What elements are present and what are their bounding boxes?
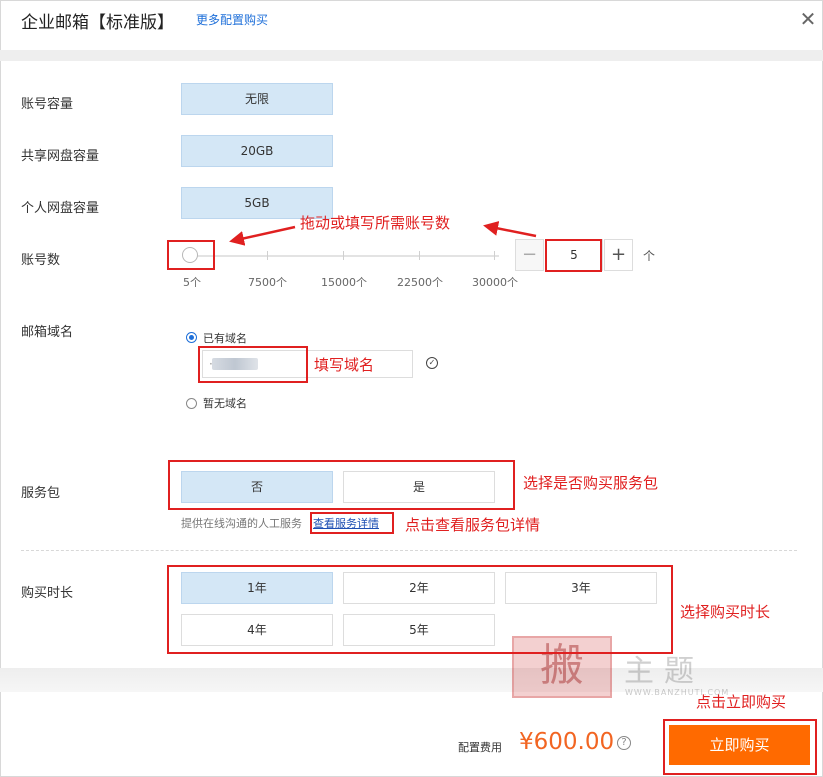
section-divider xyxy=(21,550,797,551)
radio-have-domain[interactable] xyxy=(186,332,197,343)
no-domain-label[interactable]: 暂无域名 xyxy=(203,395,247,411)
annotation-box-detail xyxy=(310,512,394,534)
account-capacity-value: 无限 xyxy=(181,83,333,115)
annotation-drag-text: 拖动或填写所需账号数 xyxy=(300,214,451,232)
annotation-service-text: 选择是否购买服务包 xyxy=(523,474,659,492)
service-pack-label: 服务包 xyxy=(21,486,61,501)
help-icon[interactable]: ? xyxy=(617,736,631,750)
slider-tick-label: 7500个 xyxy=(248,276,287,289)
shared-disk-label: 共享网盘容量 xyxy=(21,149,100,164)
more-config-link[interactable]: 更多配置购买 xyxy=(196,11,268,28)
account-count-label: 账号数 xyxy=(21,253,61,268)
close-icon[interactable]: ✕ xyxy=(797,8,819,30)
annotation-detail-text: 点击查看服务包详情 xyxy=(405,516,541,534)
account-count-unit: 个 xyxy=(643,249,656,263)
dialog-title: 企业邮箱【标准版】 xyxy=(21,13,174,33)
slider-tick xyxy=(267,251,268,260)
slider-tick-label: 22500个 xyxy=(397,276,443,289)
personal-disk-label: 个人网盘容量 xyxy=(21,201,100,216)
slider-tick xyxy=(494,251,495,260)
have-domain-label[interactable]: 已有域名 xyxy=(203,330,247,346)
annotation-box-buy xyxy=(663,719,817,775)
annotation-box-service xyxy=(168,460,515,510)
annotation-box-domain xyxy=(198,346,308,383)
slider-tick xyxy=(419,251,420,260)
decrement-button[interactable]: − xyxy=(515,239,544,271)
slider-tick-label: 15000个 xyxy=(321,276,367,289)
annotation-box-count xyxy=(545,239,602,272)
duration-label: 购买时长 xyxy=(21,586,74,601)
account-capacity-label: 账号容量 xyxy=(21,97,74,112)
check-circle-icon: ✓ xyxy=(426,357,438,369)
header-divider xyxy=(0,50,823,61)
price-value: ¥600.00 xyxy=(519,729,615,755)
radio-no-domain[interactable] xyxy=(186,398,197,409)
slider-tick-label: 5个 xyxy=(183,276,201,289)
annotation-buy-text: 点击立即购买 xyxy=(696,693,787,711)
slider-tick xyxy=(343,251,344,260)
annotation-duration-text: 选择购买时长 xyxy=(680,603,771,621)
account-slider-track[interactable] xyxy=(183,255,499,257)
slider-tick-label: 30000个 xyxy=(472,276,518,289)
service-hint: 提供在线沟通的人工服务 xyxy=(181,517,302,530)
increment-button[interactable]: + xyxy=(604,239,633,271)
price-label: 配置费用 xyxy=(458,741,502,754)
annotation-domain-text: 填写域名 xyxy=(314,356,375,374)
annotation-box-slider xyxy=(167,240,215,270)
domain-label: 邮箱域名 xyxy=(21,325,74,340)
annotation-box-duration xyxy=(167,565,673,654)
shared-disk-value: 20GB xyxy=(181,135,333,167)
